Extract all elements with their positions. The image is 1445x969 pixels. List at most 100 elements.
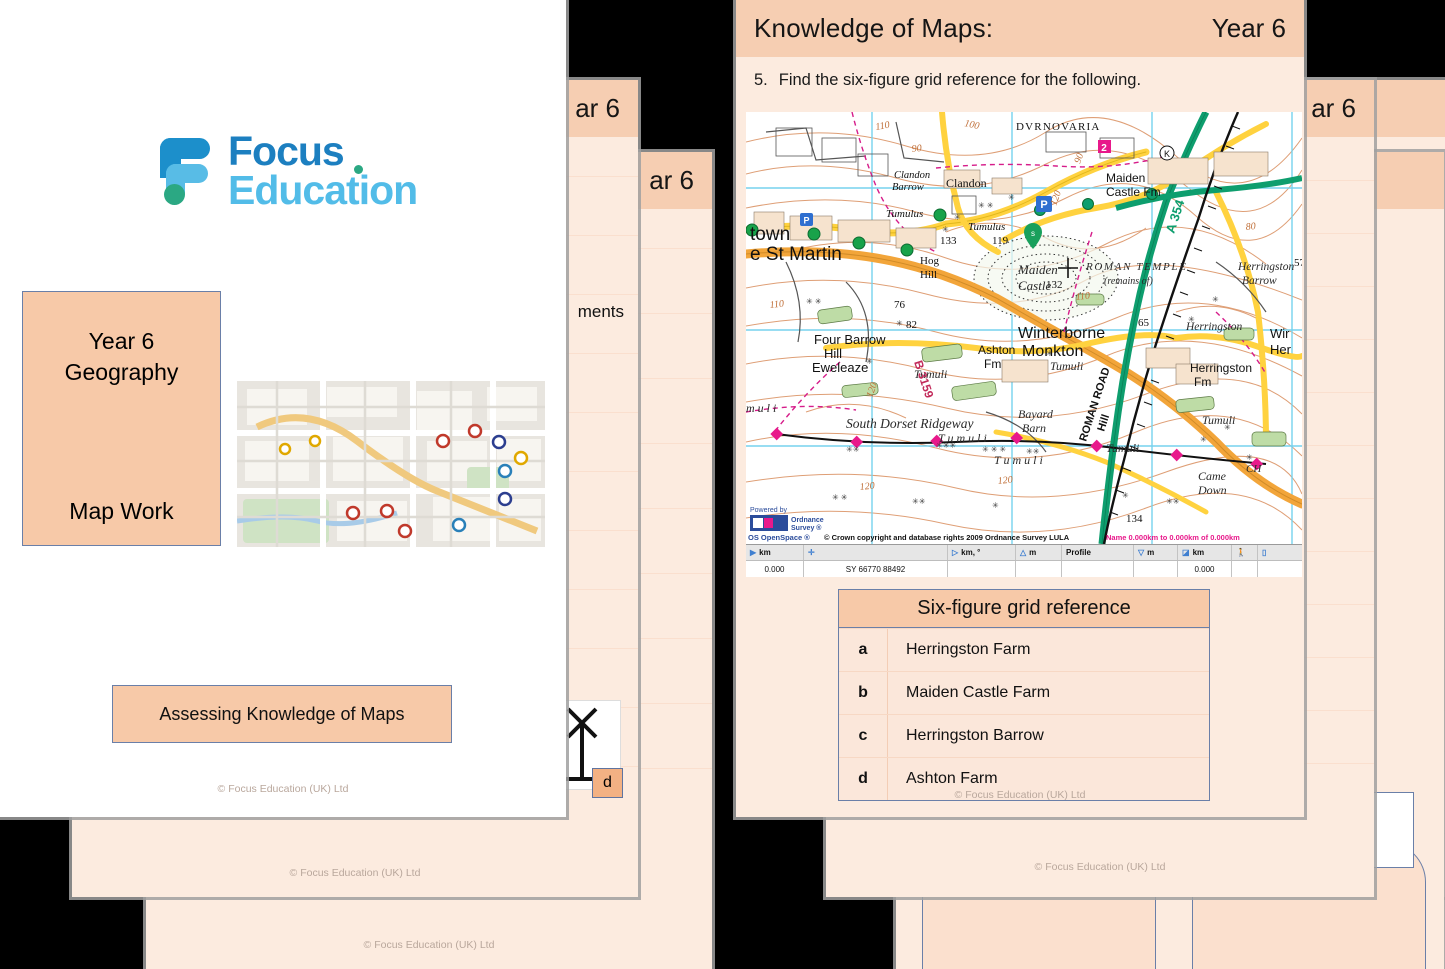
question-5: 5. Find the six-figure grid reference fo… [736, 57, 1304, 100]
svg-text:80: 80 [1245, 221, 1256, 233]
bearing-icon: ▷ [952, 548, 958, 557]
row-value: Herringston Farm [888, 641, 1030, 659]
svg-text:134: 134 [1126, 513, 1143, 525]
svg-text:✳✳: ✳✳ [846, 445, 860, 454]
svg-text:Fm: Fm [984, 357, 1001, 371]
toolbar-cell-notes[interactable]: ▯ [1258, 545, 1302, 560]
svg-text:Maiden: Maiden [1017, 262, 1058, 277]
sheet-year: ar 6 [1311, 93, 1356, 124]
svg-text:ROMAN TEMPLE: ROMAN TEMPLE [1085, 261, 1187, 273]
ordnance-survey-map[interactable]: P P s K 2 ✳ ✳✳ ✳✳ ✳ ✳✳ ✳✳✳✳✳ ✳ ✳ ✳✳✳ [746, 112, 1302, 544]
svg-text:town: town [750, 224, 790, 245]
svg-text:✳: ✳ [1122, 491, 1129, 500]
svg-text:Castle: Castle [1018, 278, 1051, 293]
svg-text:Clandon: Clandon [894, 170, 930, 181]
table-row[interactable]: c Herringston Barrow [839, 714, 1209, 757]
svg-text:T u m u l i: T u m u l i [938, 431, 987, 445]
value-grid-reference: SY 66770 88492 [804, 561, 948, 577]
toolbar-row-values: 0.000 SY 66770 88492 0.000 [746, 561, 1302, 577]
focus-logo-mark-icon [160, 138, 214, 204]
svg-text:Hill: Hill [920, 269, 937, 281]
six-figure-grid-reference-table[interactable]: Six-figure grid reference a Herringston … [838, 589, 1210, 801]
table-row[interactable]: b Maiden Castle Farm [839, 671, 1209, 714]
svg-text:Tumuli: Tumuli [1202, 413, 1235, 427]
svg-text:Tumuli: Tumuli [1106, 441, 1139, 455]
ruler-icon: ▶ [750, 548, 756, 557]
main-sheet-footer: © Focus Education (UK) Ltd [736, 789, 1304, 801]
svg-text:82: 82 [906, 319, 917, 331]
svg-text:© Crown copyright and database: © Crown copyright and database rights 20… [824, 533, 1070, 542]
svg-text:120: 120 [997, 474, 1013, 487]
svg-text:(remains of): (remains of) [1104, 276, 1153, 287]
svg-text:Barrow: Barrow [1242, 275, 1277, 287]
value-descent [1134, 561, 1178, 577]
question-text: Find the six-figure grid reference for t… [779, 71, 1141, 90]
svg-text:119: 119 [992, 235, 1009, 247]
toolbar-cell-bearing[interactable]: ▷ km, ° [948, 545, 1016, 560]
svg-text:✳: ✳ [1212, 295, 1219, 304]
toolbar-cell-descent[interactable]: ▽ m [1134, 545, 1178, 560]
title-sheet-footer: © Focus Education (UK) Ltd [0, 783, 566, 795]
topic-box-title: Year 6 Geography [65, 326, 179, 388]
sheet-year: ar 6 [575, 93, 620, 124]
svg-text:e St Martin: e St Martin [750, 244, 842, 265]
svg-text:110: 110 [769, 299, 784, 311]
svg-text:✳ ✳: ✳ ✳ [832, 493, 848, 502]
os-map-svg: P P s K 2 ✳ ✳✳ ✳✳ ✳ ✳✳ ✳✳✳✳✳ ✳ ✳ ✳✳✳ [746, 112, 1302, 544]
value-distance-1: 0.000 [746, 561, 804, 577]
table-row[interactable]: a Herringston Farm [839, 628, 1209, 671]
svg-text:✳: ✳ [942, 225, 949, 234]
svg-text:Clandon: Clandon [946, 176, 987, 190]
page-title: Knowledge of Maps: [754, 13, 993, 44]
title-sheet[interactable]: Focus Education Year 6 Geography Map Wor… [0, 0, 566, 817]
svg-text:Powered by: Powered by [750, 507, 787, 514]
main-worksheet-sheet[interactable]: Knowledge of Maps: Year 6 5. Find the si… [736, 0, 1304, 817]
svg-text:133: 133 [940, 235, 957, 247]
answer-badge-d[interactable]: d [592, 768, 623, 798]
row-value: Herringston Barrow [888, 727, 1044, 745]
toolbar-cell-ascent[interactable]: △ m [1016, 545, 1062, 560]
value-distance-2: 0.000 [1178, 561, 1232, 577]
title-street-map-thumbnail [237, 381, 545, 547]
toolbar-cell-grid[interactable]: ✛ [804, 545, 948, 560]
value-walker [1232, 561, 1258, 577]
walker-icon: 🚶 [1236, 548, 1246, 557]
svg-text:✳: ✳ [992, 501, 999, 510]
table-header: Six-figure grid reference [839, 590, 1209, 628]
svg-text:Hog: Hog [920, 255, 939, 267]
screenshot-stage: ar 6 o? [0, 0, 1445, 962]
row-value: Ashton Farm [888, 770, 998, 788]
svg-text:Ashton: Ashton [978, 343, 1015, 357]
assessment-title-box[interactable]: Assessing Knowledge of Maps [112, 685, 452, 743]
svg-text:✳: ✳ [1008, 193, 1015, 202]
svg-text:Tumulus: Tumulus [968, 221, 1005, 233]
value-notes [1258, 561, 1302, 577]
svg-text:Fm: Fm [1194, 375, 1211, 389]
svg-text:Winterborne: Winterborne [1018, 325, 1105, 342]
toolbar-cell-km-2[interactable]: ◪ km [1178, 545, 1232, 560]
svg-text:Tumulus: Tumulus [886, 208, 923, 220]
street-map-svg [237, 381, 545, 547]
svg-text:Barrow: Barrow [892, 182, 924, 193]
toolbar-cell-km-1[interactable]: ▶ km [746, 545, 804, 560]
row-key: a [839, 629, 888, 671]
svg-text:✳: ✳ [896, 319, 903, 328]
toolbar-cell-walker[interactable]: 🚶 [1232, 545, 1258, 560]
topic-box[interactable]: Year 6 Geography Map Work [22, 291, 221, 546]
toolbar-cell-profile[interactable]: Profile [1062, 545, 1134, 560]
svg-text:✳✳: ✳✳ [1166, 497, 1180, 506]
logo-line-focus: Focus [228, 132, 417, 171]
value-ascent [1016, 561, 1062, 577]
svg-text:Name 0.000km to 0.000km of 0.0: Name 0.000km to 0.000km of 0.000km [1106, 533, 1240, 542]
toolbar-row-headers: ▶ km ✛ ▷ km, ° △ m Profile ▽ [746, 545, 1302, 561]
question-number: 5. [754, 71, 768, 90]
svg-text:57: 57 [1294, 257, 1302, 269]
crosshair-icon: ✛ [808, 548, 815, 557]
page-year: Year 6 [1212, 13, 1286, 44]
svg-text:Barn: Barn [1022, 421, 1046, 435]
svg-text:K: K [1164, 149, 1170, 159]
svg-text:✳✳: ✳✳ [912, 497, 926, 506]
svg-text:T u m u l i: T u m u l i [994, 453, 1043, 467]
os-measurement-toolbar[interactable]: ▶ km ✛ ▷ km, ° △ m Profile ▽ [746, 544, 1302, 576]
svg-text:110: 110 [1075, 291, 1090, 303]
